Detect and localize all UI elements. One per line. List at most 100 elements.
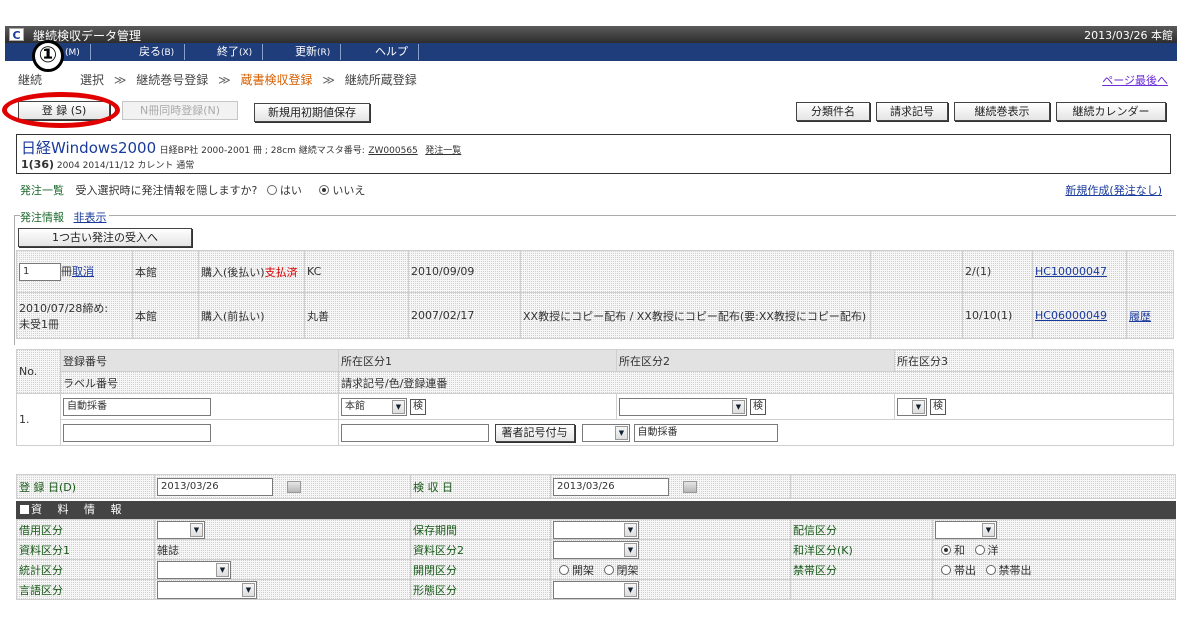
call-number-input[interactable] <box>341 423 489 442</box>
inspection-date-input[interactable]: 2013/03/26 <box>553 477 669 496</box>
calendar-icon[interactable] <box>682 480 697 493</box>
loc3-search-button[interactable]: 検 <box>930 398 946 415</box>
menu-item-help[interactable]: ヘルプ <box>365 44 419 60</box>
master-number-link[interactable]: ZW000565 <box>368 146 417 156</box>
table-row: 2010/07/28締め: 未受1冊 本館 購入(前払い) 丸善 2007/02/… <box>16 292 1174 339</box>
material-class2-select[interactable]: ▼ <box>553 540 639 559</box>
chevron-down-icon: ▼ <box>624 522 637 537</box>
breadcrumb-item-holdings-register[interactable]: 継続所蔵登録 <box>345 73 417 87</box>
loc2-search-button[interactable]: 検 <box>750 398 766 415</box>
table-row: 言語区分 ▼ 形態区分 ▼ <box>16 579 1176 600</box>
breadcrumb-item-continuation[interactable]: 継続 <box>18 73 42 87</box>
reg-no-header: 登録番号 <box>60 349 339 372</box>
delivery-class-select[interactable]: ▼ <box>935 520 997 539</box>
hide-yes-radio[interactable] <box>266 185 277 195</box>
order-number-link[interactable]: HC10000047 <box>1035 265 1107 278</box>
payment-status: 支払済 <box>264 265 298 279</box>
dates-table: 登 録 日(D) 2013/03/26 検 収 日 2013/03/26 <box>16 474 1176 499</box>
closed-stack-radio[interactable] <box>603 564 614 575</box>
chevron-down-icon: ▼ <box>912 399 925 414</box>
classification-button[interactable]: 分類件名 <box>796 102 870 121</box>
annotation-ellipse <box>2 92 120 128</box>
order-table: 1 冊取消 本館 購入(後払い)支払済 KC 2010/09/09 2/(1) H… <box>16 250 1174 339</box>
cancel-link[interactable]: 取消 <box>72 265 94 278</box>
simultaneous-register-button[interactable]: N冊同時登録(N) <box>122 101 238 120</box>
hide-no-radio[interactable] <box>319 185 330 195</box>
material-class1-value: 雑誌 <box>154 539 411 560</box>
retention-select[interactable]: ▼ <box>553 520 639 539</box>
inspection-date-label: 検 収 日 <box>410 474 551 499</box>
volume-number: 1(36) <box>21 158 55 171</box>
non-lendable-radio[interactable] <box>985 564 996 575</box>
menu-item-update[interactable]: 更新(R) <box>285 44 342 60</box>
vendor-cell: 丸善 <box>304 292 409 339</box>
calendar-icon[interactable] <box>286 480 301 493</box>
western-label: 洋 <box>987 543 999 557</box>
jp-west-class-label: 和洋区分(K) <box>790 539 933 560</box>
color-select[interactable]: ▼ <box>582 423 630 442</box>
language-class-label: 言語区分 <box>16 579 155 600</box>
form-class-select[interactable]: ▼ <box>553 580 639 599</box>
borrow-class-select[interactable]: ▼ <box>157 520 205 539</box>
loc2-select[interactable]: ▼ <box>619 397 747 416</box>
call-header: 請求記号/色/登録連番 <box>338 371 1174 394</box>
note-cell: XX教授にコピー配布 / XX教授にコピー配布(要:XX教授にコピー配布) <box>520 292 871 339</box>
menu-item-back[interactable]: 戻る(B) <box>129 44 186 60</box>
new-create-link[interactable]: 新規作成(発注なし) <box>1065 182 1162 198</box>
breadcrumb-item-volume-register[interactable]: 継続巻号登録 <box>136 73 208 87</box>
page-end-link[interactable]: ページ最後へ <box>1102 72 1168 88</box>
call-number-button[interactable]: 請求記号 <box>876 102 948 121</box>
loc1-select[interactable]: 本館 ▼ <box>341 397 407 416</box>
label-no-input[interactable] <box>63 423 211 442</box>
serial-title: 日経Windows2000 <box>21 139 157 157</box>
unreceived-count: 未受1冊 <box>19 317 59 331</box>
breadcrumb-item-current: 蔵書検収登録 <box>240 73 313 87</box>
japanese-label: 和 <box>954 543 965 557</box>
chevron-down-icon: ▼ <box>624 582 637 597</box>
order-number-link[interactable]: HC06000049 <box>1035 309 1107 322</box>
material-info-header: 資 料 情 報 <box>16 501 1176 519</box>
non-lendable-label: 禁帯出 <box>998 563 1032 577</box>
loc1-search-button[interactable]: 検 <box>410 398 426 415</box>
loc2-header: 所在区分2 <box>616 349 895 372</box>
open-closed-label: 開閉区分 <box>410 559 551 580</box>
order-type: 購入(前払い) <box>201 309 265 323</box>
vendor-cell: KC <box>304 250 409 293</box>
breadcrumb-item-select[interactable]: 選択 <box>80 73 104 87</box>
loc3-select[interactable]: ▼ <box>897 397 927 416</box>
statistics-class-select[interactable]: ▼ <box>157 560 231 579</box>
menu-item-exit[interactable]: 終了(X) <box>207 44 264 60</box>
hide-question: 受入選択時に発注情報を隠しますか? <box>75 184 258 197</box>
serial-input[interactable]: 自動採番 <box>633 423 778 442</box>
calendar-button[interactable]: 継続カレンダー <box>1056 102 1166 121</box>
author-mark-button[interactable]: 著者記号付与 <box>494 423 575 442</box>
save-default-button[interactable]: 新規用初期値保存 <box>254 103 370 122</box>
order-list-link[interactable]: 発注一覧 <box>425 146 461 156</box>
history-link[interactable]: 履歴 <box>1129 310 1151 323</box>
show-volumes-button[interactable]: 継続巻表示 <box>954 102 1050 121</box>
material-class1-label: 資料区分1 <box>16 539 155 560</box>
prev-order-button[interactable]: 1つ古い発注の受入へ <box>18 228 192 247</box>
japanese-radio[interactable] <box>941 544 951 555</box>
lendable-radio[interactable] <box>941 564 951 575</box>
count-cell: 10/10(1) <box>962 292 1033 339</box>
registration-table: No. 登録番号 所在区分1 所在区分2 所在区分3 ラベル番号 請求記号/色/… <box>16 349 1174 446</box>
square-icon <box>20 505 29 514</box>
retention-label: 保存期間 <box>410 519 551 540</box>
reg-no-input[interactable]: 自動採番 <box>63 397 211 416</box>
western-radio[interactable] <box>974 544 985 555</box>
material-class2-label: 資料区分2 <box>410 539 551 560</box>
material-info-table: 借用区分 ▼ 保存期間 ▼ 配信区分 ▼ 資料区分1 雑誌 資料区分2 ▼ 和洋… <box>16 519 1176 600</box>
loc1-header: 所在区分1 <box>338 349 617 372</box>
breadcrumb: 継続 選択 ≫ 継続巻号登録 ≫ 蔵書検収登録 ≫ 継続所蔵登録 <box>18 71 417 88</box>
date-cell: 2010/09/09 <box>408 250 521 293</box>
language-class-select[interactable]: ▼ <box>157 580 257 599</box>
order-info-legend: 発注情報 非表示 <box>20 209 109 225</box>
open-stack-radio[interactable] <box>559 564 569 575</box>
chevron-down-icon: ▼ <box>732 399 745 414</box>
qty-input[interactable]: 1 <box>19 262 61 281</box>
hide-order-info-link[interactable]: 非表示 <box>74 211 107 224</box>
row-number: 1. <box>16 393 61 446</box>
restriction-class-label: 禁帯区分 <box>790 559 933 580</box>
reg-date-input[interactable]: 2013/03/26 <box>157 477 273 496</box>
